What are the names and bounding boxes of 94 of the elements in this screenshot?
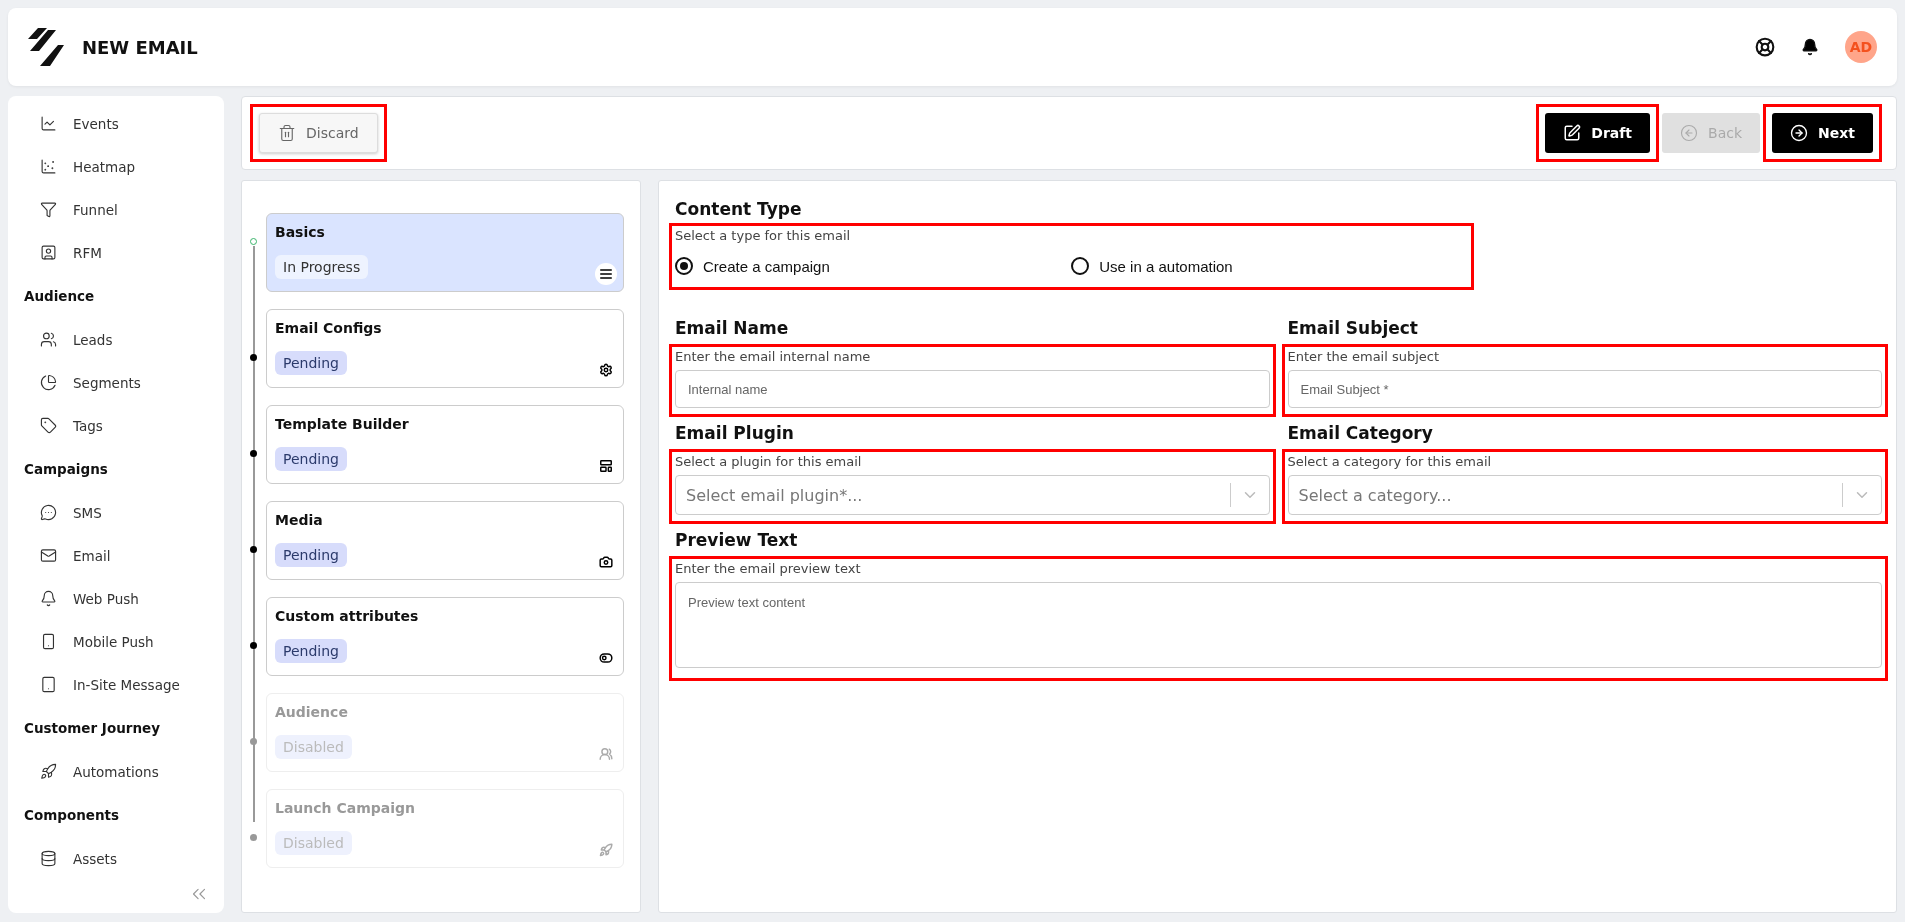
status-badge: Pending xyxy=(275,543,347,567)
step-icon xyxy=(599,651,613,665)
timeline-dot xyxy=(250,238,257,245)
field-title: Email Plugin xyxy=(675,423,795,443)
draft-button[interactable]: Draft xyxy=(1545,113,1651,153)
sidebar-section-title: Components xyxy=(23,806,121,825)
status-badge: Pending xyxy=(275,351,347,375)
select-field[interactable]: Select email plugin*... xyxy=(675,475,1270,515)
pie-chart-icon xyxy=(40,374,57,391)
field-hint: Enter the email internal name xyxy=(675,349,872,364)
status-badge: Pending xyxy=(275,447,347,471)
step-title: Launch Campaign xyxy=(275,800,415,816)
field-hint: Select a type for this email xyxy=(675,228,852,243)
field-title: Email Name xyxy=(675,318,790,338)
sidebar-item[interactable]: Tags xyxy=(8,404,224,447)
sidebar-item[interactable]: Email xyxy=(8,534,224,577)
step-title: Custom attributes xyxy=(275,608,419,624)
radio-button[interactable] xyxy=(1071,257,1090,275)
field-hint: Select a category for this email xyxy=(1287,454,1493,469)
step-title: Email Configs xyxy=(275,320,382,336)
field-title: Email Subject xyxy=(1287,318,1419,338)
sidebar-item[interactable]: Mobile Push xyxy=(8,620,224,663)
step-title: Template Builder xyxy=(275,416,409,432)
sidebar-section-title: Campaigns xyxy=(23,460,109,479)
radio-option[interactable]: Create a campaign xyxy=(675,257,1072,275)
sidebar-item[interactable]: SMS xyxy=(8,491,224,534)
timeline-dot xyxy=(250,546,257,553)
scatter-chart-icon xyxy=(40,158,57,175)
sidebar-item[interactable]: Heatmap xyxy=(8,145,224,188)
step-icon xyxy=(599,555,613,569)
step-icon xyxy=(599,363,613,377)
tablet-icon xyxy=(40,676,57,693)
sidebar-section-title: Audience xyxy=(23,287,96,306)
select-field[interactable]: Select a category... xyxy=(1287,475,1882,515)
step-card[interactable]: Template Builder Pending xyxy=(266,405,624,484)
field-title: Email Category xyxy=(1287,423,1434,443)
step-card[interactable]: Custom attributes Pending xyxy=(266,597,624,676)
status-badge: Disabled xyxy=(275,735,352,759)
step-card[interactable]: Media Pending xyxy=(266,501,624,580)
timeline-dot xyxy=(250,834,257,841)
envelope-icon xyxy=(40,547,57,564)
arrow-left-icon xyxy=(1680,124,1699,142)
sidebar-section-title: Customer Journey xyxy=(23,719,161,738)
bell-icon xyxy=(40,590,57,607)
edit-icon xyxy=(1563,124,1582,142)
step-card[interactable]: Basics In Progress xyxy=(266,213,624,292)
status-badge: Disabled xyxy=(275,831,352,855)
chat-bubble-icon xyxy=(40,504,57,521)
step-card[interactable]: Email Configs Pending xyxy=(266,309,624,388)
sidebar-item[interactable]: Events xyxy=(8,102,224,145)
step-title: Basics xyxy=(275,224,325,240)
funnel-icon xyxy=(40,201,57,218)
status-badge: Pending xyxy=(275,639,347,663)
text-input[interactable]: Email Subject * xyxy=(1287,370,1882,408)
timeline-dot xyxy=(250,354,257,361)
help-icon[interactable] xyxy=(1755,37,1775,57)
rocket-icon xyxy=(40,763,57,780)
radio-button[interactable] xyxy=(675,257,693,275)
database-icon xyxy=(40,850,57,867)
sidebar-item[interactable]: Web Push xyxy=(8,577,224,620)
field-title: Preview Text xyxy=(675,530,799,550)
step-title: Media xyxy=(275,512,323,528)
step-icon xyxy=(599,459,613,473)
sidebar-item[interactable]: RFM xyxy=(8,231,224,274)
text-input[interactable]: Internal name xyxy=(675,370,1270,408)
step-icon xyxy=(599,267,613,281)
notifications-icon[interactable] xyxy=(1801,38,1819,56)
timeline-dot xyxy=(250,450,257,457)
step-title: Audience xyxy=(275,704,348,720)
sidebar-item[interactable]: Leads xyxy=(8,318,224,361)
sidebar-item[interactable]: Segments xyxy=(8,361,224,404)
section-title: Content Type xyxy=(675,199,803,219)
trash-icon xyxy=(278,124,296,142)
sidebar-item[interactable]: Automations xyxy=(8,750,224,793)
status-badge: In Progress xyxy=(275,255,369,279)
sidebar-item[interactable]: Funnel xyxy=(8,188,224,231)
sidebar-item[interactable]: In-Site Message xyxy=(8,663,224,706)
line-chart-icon xyxy=(40,115,57,132)
page-title: NEW EMAIL xyxy=(82,36,199,58)
field-hint: Enter the email preview text xyxy=(675,561,862,576)
textarea-field[interactable]: Preview text content xyxy=(675,582,1882,668)
arrow-right-icon xyxy=(1790,124,1809,142)
radio-option[interactable]: Use in a automation xyxy=(1071,257,1468,275)
timeline-dot xyxy=(250,642,257,649)
field-hint: Enter the email subject xyxy=(1287,349,1441,364)
phone-icon xyxy=(40,633,57,650)
sidebar-item[interactable]: Assets xyxy=(8,837,224,880)
users-icon xyxy=(40,331,57,348)
field-hint: Select a plugin for this email xyxy=(675,454,863,469)
step-icon xyxy=(599,843,613,857)
tag-icon xyxy=(40,417,57,434)
discard-button[interactable]: Discard xyxy=(259,113,378,153)
next-button[interactable]: Next xyxy=(1772,113,1873,153)
step-icon xyxy=(599,747,613,761)
